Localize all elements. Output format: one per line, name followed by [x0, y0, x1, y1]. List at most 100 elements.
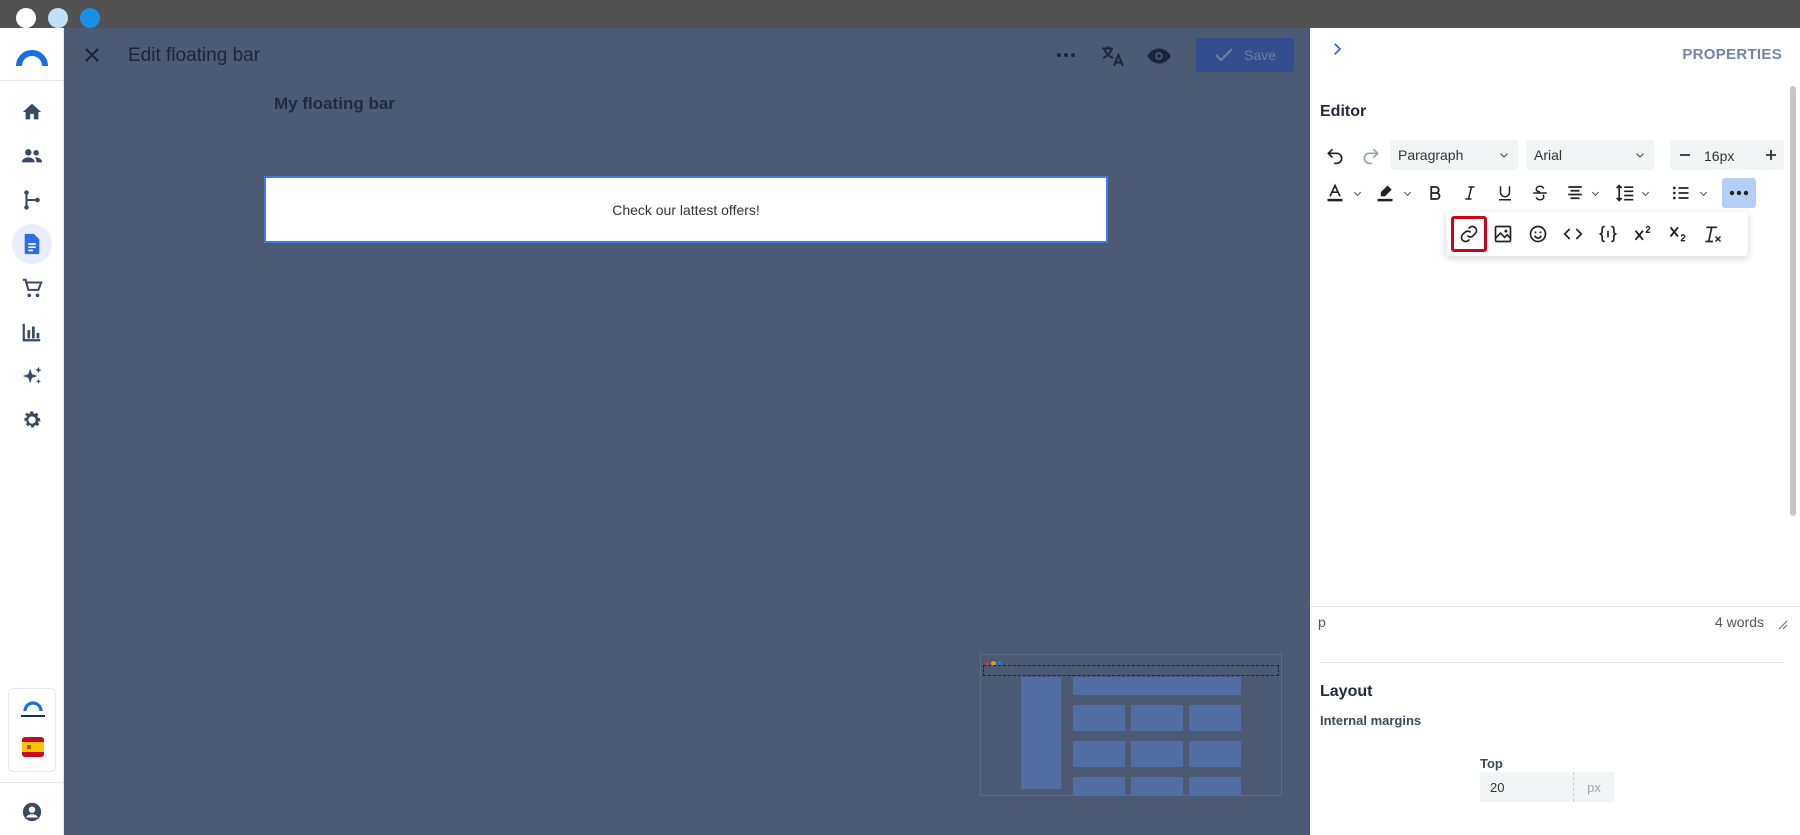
floating-bar-name: My floating bar [274, 94, 395, 113]
internal-margins-label: Internal margins [1320, 713, 1422, 728]
app-logo-icon[interactable] [16, 44, 48, 72]
italic-button[interactable] [1455, 178, 1485, 208]
chevron-down-icon [1352, 188, 1363, 199]
nav-home[interactable] [12, 92, 52, 132]
highlighter-icon [1375, 183, 1395, 203]
redo-icon [1361, 145, 1381, 165]
editor-toolbar-row-2 [1320, 176, 1784, 210]
top-margin-unit: px [1574, 772, 1614, 802]
layout-divider [1320, 662, 1784, 663]
minus-icon [1679, 149, 1691, 161]
align-dropdown[interactable] [1588, 178, 1602, 208]
element-path[interactable]: p [1318, 614, 1326, 630]
undo-button[interactable] [1320, 140, 1350, 170]
editor-toolbar-row-1: Paragraph Arial 16px [1320, 138, 1784, 172]
top-margin-input[interactable] [1480, 772, 1574, 802]
block-format-value: Paragraph [1398, 147, 1464, 163]
resize-handle-icon[interactable] [1778, 620, 1788, 630]
save-button[interactable]: Save [1196, 38, 1294, 72]
underline-button[interactable] [1490, 178, 1520, 208]
nav-profile[interactable] [12, 792, 52, 832]
chevron-down-icon [1640, 188, 1651, 199]
left-nav-rail [0, 28, 64, 835]
editor-status-divider [1310, 606, 1800, 607]
highlight-color-button[interactable] [1370, 178, 1400, 208]
font-family-value: Arial [1534, 147, 1563, 163]
top-margin-label: Top [1480, 756, 1503, 771]
nav-content[interactable] [12, 224, 52, 264]
rail-divider [0, 80, 64, 81]
cart-icon [21, 277, 43, 299]
page-title: Edit floating bar [128, 45, 261, 66]
spain-flag-icon [22, 737, 44, 757]
font-family-select[interactable]: Arial [1526, 140, 1654, 170]
text-color-button[interactable] [1320, 178, 1350, 208]
panel-scrollbar[interactable] [1790, 86, 1796, 516]
properties-header: PROPERTIES [1310, 28, 1800, 78]
chevron-right-icon[interactable] [1328, 40, 1346, 58]
chevron-down-icon [1498, 149, 1510, 161]
text-color-icon [1325, 183, 1345, 203]
bold-button[interactable] [1420, 178, 1450, 208]
connectif-logo-icon [20, 699, 46, 719]
bullet-list-dropdown[interactable] [1696, 178, 1710, 208]
chart-icon [21, 321, 43, 343]
highlight-color-dropdown[interactable] [1400, 178, 1414, 208]
chevron-down-icon [1402, 188, 1413, 199]
nav-workflows[interactable] [12, 180, 52, 220]
window-close-dot[interactable] [16, 8, 36, 28]
account-switcher[interactable] [8, 688, 56, 772]
rail-divider-bottom [0, 782, 64, 783]
editor-header: Edit floating bar Save [64, 28, 1310, 82]
font-size-stepper: 16px [1670, 140, 1784, 170]
sparkle-icon [21, 365, 43, 387]
users-icon [20, 145, 44, 167]
nav-contacts[interactable] [12, 136, 52, 176]
flow-icon [21, 189, 43, 211]
window-minimize-dot[interactable] [48, 8, 68, 28]
chevron-down-icon [1698, 188, 1709, 199]
preview-eye-icon[interactable] [1146, 43, 1172, 69]
bold-icon [1426, 184, 1444, 202]
chevron-down-icon [1590, 188, 1601, 199]
line-height-dropdown[interactable] [1638, 178, 1652, 208]
font-size-value[interactable]: 16px [1704, 148, 1734, 164]
underline-icon [1496, 184, 1514, 202]
more-options-icon[interactable] [1054, 43, 1078, 67]
align-button[interactable] [1560, 178, 1590, 208]
editor-stage: Edit floating bar Save My floating bar C… [64, 28, 1310, 835]
more-toolbar-button[interactable] [1722, 178, 1756, 208]
bullet-list-icon [1671, 183, 1691, 203]
floating-bar-text: Check our lattest offers! [612, 201, 760, 218]
nav-settings[interactable] [12, 400, 52, 440]
block-format-select[interactable]: Paragraph [1390, 140, 1518, 170]
decrease-font-size-button[interactable] [1674, 144, 1696, 166]
text-color-dropdown[interactable] [1350, 178, 1364, 208]
bullet-list-button[interactable] [1666, 178, 1696, 208]
properties-title: PROPERTIES [1682, 46, 1782, 63]
nav-reports[interactable] [12, 312, 52, 352]
strikethrough-icon [1531, 184, 1549, 202]
more-horizontal-icon [1729, 189, 1749, 197]
increase-font-size-button[interactable] [1760, 144, 1782, 166]
strikethrough-button[interactable] [1525, 178, 1555, 208]
chevron-down-icon [1634, 149, 1646, 161]
save-button-label: Save [1244, 47, 1276, 63]
line-height-button[interactable] [1610, 178, 1640, 208]
editor-section-title: Editor [1320, 103, 1367, 120]
home-icon [21, 101, 43, 123]
redo-button[interactable] [1356, 140, 1386, 170]
floating-bar-block[interactable]: Check our lattest offers! [264, 176, 1108, 243]
close-icon[interactable] [80, 43, 104, 67]
properties-panel: PROPERTIES Editor Paragraph Arial 16px p… [1310, 28, 1800, 835]
nav-ai[interactable] [12, 356, 52, 396]
document-icon [22, 233, 42, 255]
nav-store[interactable] [12, 268, 52, 308]
undo-icon [1325, 145, 1345, 165]
user-account-icon [21, 801, 43, 823]
position-preview-thumbnail [980, 654, 1282, 796]
window-maximize-dot[interactable] [80, 8, 100, 28]
window-titlebar [0, 0, 1800, 28]
rich-text-editor-body[interactable] [1310, 218, 1790, 608]
translate-icon[interactable] [1100, 43, 1126, 69]
